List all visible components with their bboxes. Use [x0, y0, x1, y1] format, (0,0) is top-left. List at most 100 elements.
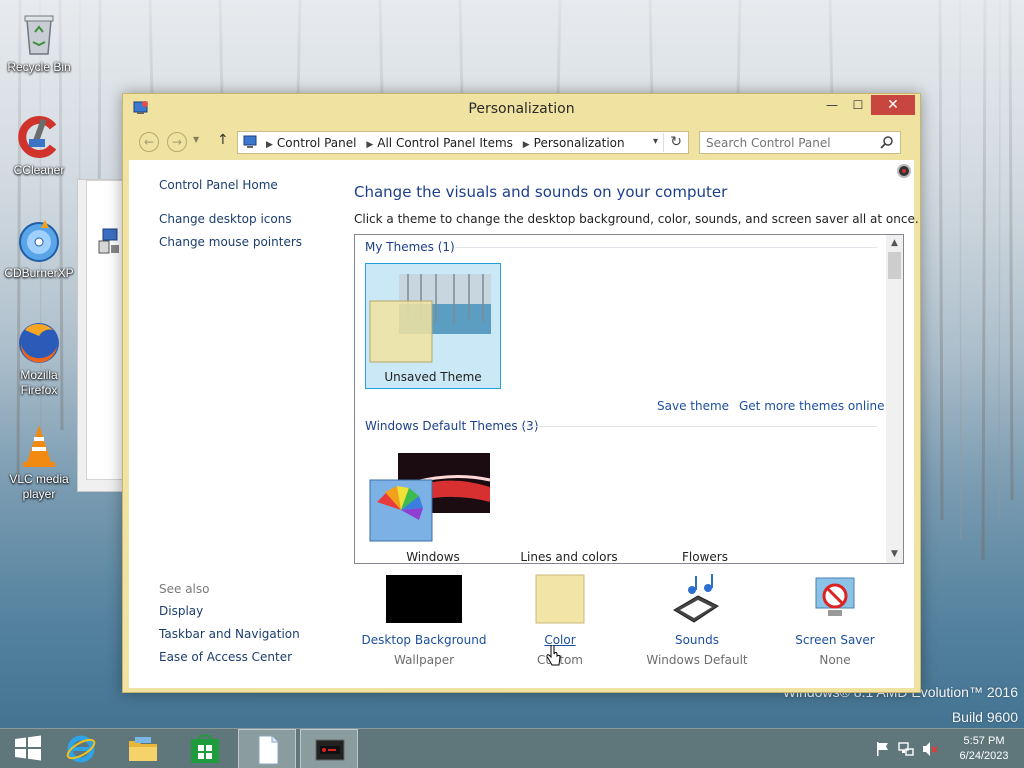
scroll-up-icon[interactable]: ▲: [886, 235, 903, 252]
my-themes-label: My Themes (1): [365, 240, 455, 254]
page-description: Click a theme to change the desktop back…: [354, 212, 919, 226]
flag-icon[interactable]: [875, 741, 891, 757]
control-panel-icon: [243, 135, 257, 148]
change-mouse-pointers-link[interactable]: Change mouse pointers: [159, 235, 302, 249]
start-icon: [15, 735, 41, 761]
scroll-down-icon[interactable]: ▼: [886, 546, 903, 563]
theme-tile-flowers[interactable]: Flowers: [637, 442, 773, 564]
os-build-watermark: Build 9600: [951, 709, 1018, 725]
theme-tile-unsaved[interactable]: Unsaved Theme: [365, 263, 501, 389]
breadcrumb-separator-icon: ▶: [522, 140, 530, 150]
breadcrumb-separator-icon: ▶: [366, 140, 374, 150]
hand-cursor-icon: [546, 645, 561, 666]
personalization-window[interactable]: Personalization — ☐ ✕ ← → ▼ ↑ ▶ Control P…: [122, 93, 921, 693]
theme-tile-lines-and-colors[interactable]: Lines and colors: [501, 442, 637, 563]
firefox-icon: [15, 318, 63, 366]
desktop-background-link[interactable]: Desktop Background: [354, 633, 494, 647]
minimize-button[interactable]: —: [819, 95, 845, 115]
desktop-icon-label: CDBurnerXP: [4, 266, 74, 280]
taskbar-clock[interactable]: 5:57 PM 6/24/2023: [952, 734, 1016, 764]
clock-date: 6/24/2023: [959, 750, 1009, 762]
left-nav: Control Panel Home Change desktop icons …: [159, 178, 302, 258]
default-themes-label: Windows Default Themes (3): [365, 419, 539, 433]
start-button[interactable]: [0, 729, 58, 768]
theme-name: Flowers: [682, 550, 728, 564]
desktop-icon-vlc[interactable]: VLC media player: [2, 422, 76, 502]
group-divider: [523, 426, 877, 427]
theme-preview-image: [369, 274, 491, 363]
desktop-icon-firefox[interactable]: Mozilla Firefox: [2, 318, 76, 398]
up-button[interactable]: ↑: [217, 132, 229, 148]
screen-saver-link[interactable]: Screen Saver: [765, 633, 905, 647]
desktop-icon-label: VLC media player: [9, 472, 69, 501]
group-divider: [455, 247, 877, 248]
control-panel-home-link[interactable]: Control Panel Home: [159, 178, 302, 192]
search-icon[interactable]: [880, 135, 894, 149]
recent-locations-chevron-icon[interactable]: ▼: [193, 135, 199, 144]
see-also-title: See also: [159, 582, 210, 596]
desktop-icon-recycle-bin[interactable]: Recycle Bin: [2, 10, 76, 75]
volume-muted-icon[interactable]: [922, 741, 938, 757]
desktop-icon-ccleaner[interactable]: CCleaner: [2, 113, 76, 178]
theme-name: Windows: [406, 550, 460, 564]
scroll-thumb[interactable]: [888, 252, 901, 279]
taskbar: 5:57 PM 6/24/2023: [0, 728, 1024, 768]
taskbar-navigation-link[interactable]: Taskbar and Navigation: [159, 627, 300, 641]
internet-explorer-icon: [66, 735, 96, 763]
theme-tile-windows[interactable]: Windows: [365, 442, 501, 564]
cdburnerxp-icon: [15, 216, 63, 264]
close-button[interactable]: ✕: [871, 95, 915, 115]
theme-preview-image: [369, 453, 491, 542]
desktop-icon-label: CCleaner: [13, 163, 65, 177]
vlc-icon: [15, 422, 63, 470]
recycle-bin-icon: [15, 10, 63, 58]
address-dropdown-icon[interactable]: ▾: [653, 136, 658, 147]
breadcrumb-all-items[interactable]: All Control Panel Items: [377, 136, 513, 150]
window-title: Personalization: [468, 101, 575, 117]
help-icon[interactable]: [897, 164, 911, 178]
save-theme-link[interactable]: Save theme: [657, 399, 729, 413]
breadcrumb: ▶ Control Panel ▶ All Control Panel Items …: [264, 136, 629, 150]
change-desktop-icons-link[interactable]: Change desktop icons: [159, 212, 302, 226]
see-also-section: See also Display Taskbar and Navigation …: [159, 582, 300, 673]
breadcrumb-separator-icon: ▶: [266, 140, 273, 150]
search-input[interactable]: [706, 135, 876, 151]
breadcrumb-personalization[interactable]: Personalization: [534, 136, 625, 150]
desktop-icon-label: Recycle Bin: [7, 60, 71, 74]
display-link[interactable]: Display: [159, 604, 300, 618]
document-icon: [258, 735, 279, 765]
desktop-icon-cdburnerxp[interactable]: CDBurnerXP: [2, 216, 76, 281]
network-icon[interactable]: [898, 741, 914, 757]
desktop-background-value: Wallpaper: [393, 653, 455, 667]
forward-button[interactable]: →: [167, 132, 187, 152]
content-pane: Control Panel Home Change desktop icons …: [129, 160, 919, 688]
ease-of-access-link[interactable]: Ease of Access Center: [159, 650, 300, 664]
get-more-themes-link[interactable]: Get more themes online: [739, 399, 885, 413]
taskbar-store[interactable]: [176, 729, 234, 768]
desktop-background-preview: [386, 575, 462, 623]
taskbar-document[interactable]: [238, 729, 296, 768]
theme-list[interactable]: My Themes (1) Unsaved Theme Save theme G…: [354, 234, 904, 564]
screen-saver-icon: [815, 577, 855, 616]
maximize-button[interactable]: ☐: [845, 95, 871, 115]
sounds-option[interactable]: Sounds Windows Default: [627, 574, 767, 667]
back-button[interactable]: ←: [139, 132, 159, 152]
desktop-background-option[interactable]: Desktop Background Wallpaper: [354, 574, 494, 667]
ccleaner-icon: [15, 113, 63, 161]
page-title: Change the visuals and sounds on your co…: [354, 183, 728, 201]
refresh-icon[interactable]: ↻: [670, 134, 682, 150]
taskbar-file-explorer[interactable]: [114, 729, 172, 768]
breadcrumb-control-panel[interactable]: Control Panel: [277, 136, 357, 150]
screen-saver-value: None: [819, 653, 851, 667]
title-bar[interactable]: Personalization — ☐ ✕: [123, 94, 920, 124]
screen-saver-option[interactable]: Screen Saver None: [765, 574, 905, 667]
taskbar-control-panel[interactable]: [300, 729, 358, 768]
address-bar[interactable]: ▶ Control Panel ▶ All Control Panel Items …: [237, 131, 689, 154]
navigation-toolbar: ← → ▼ ↑ ▶ Control Panel ▶ All Control Pane…: [129, 128, 914, 158]
theme-list-scrollbar[interactable]: ▲ ▼: [886, 235, 903, 563]
desktop-icon-label: Mozilla Firefox: [20, 368, 58, 397]
sounds-link[interactable]: Sounds: [627, 633, 767, 647]
clock-time: 5:57 PM: [963, 735, 1005, 747]
taskbar-internet-explorer[interactable]: [52, 729, 110, 768]
search-box[interactable]: [699, 131, 901, 154]
